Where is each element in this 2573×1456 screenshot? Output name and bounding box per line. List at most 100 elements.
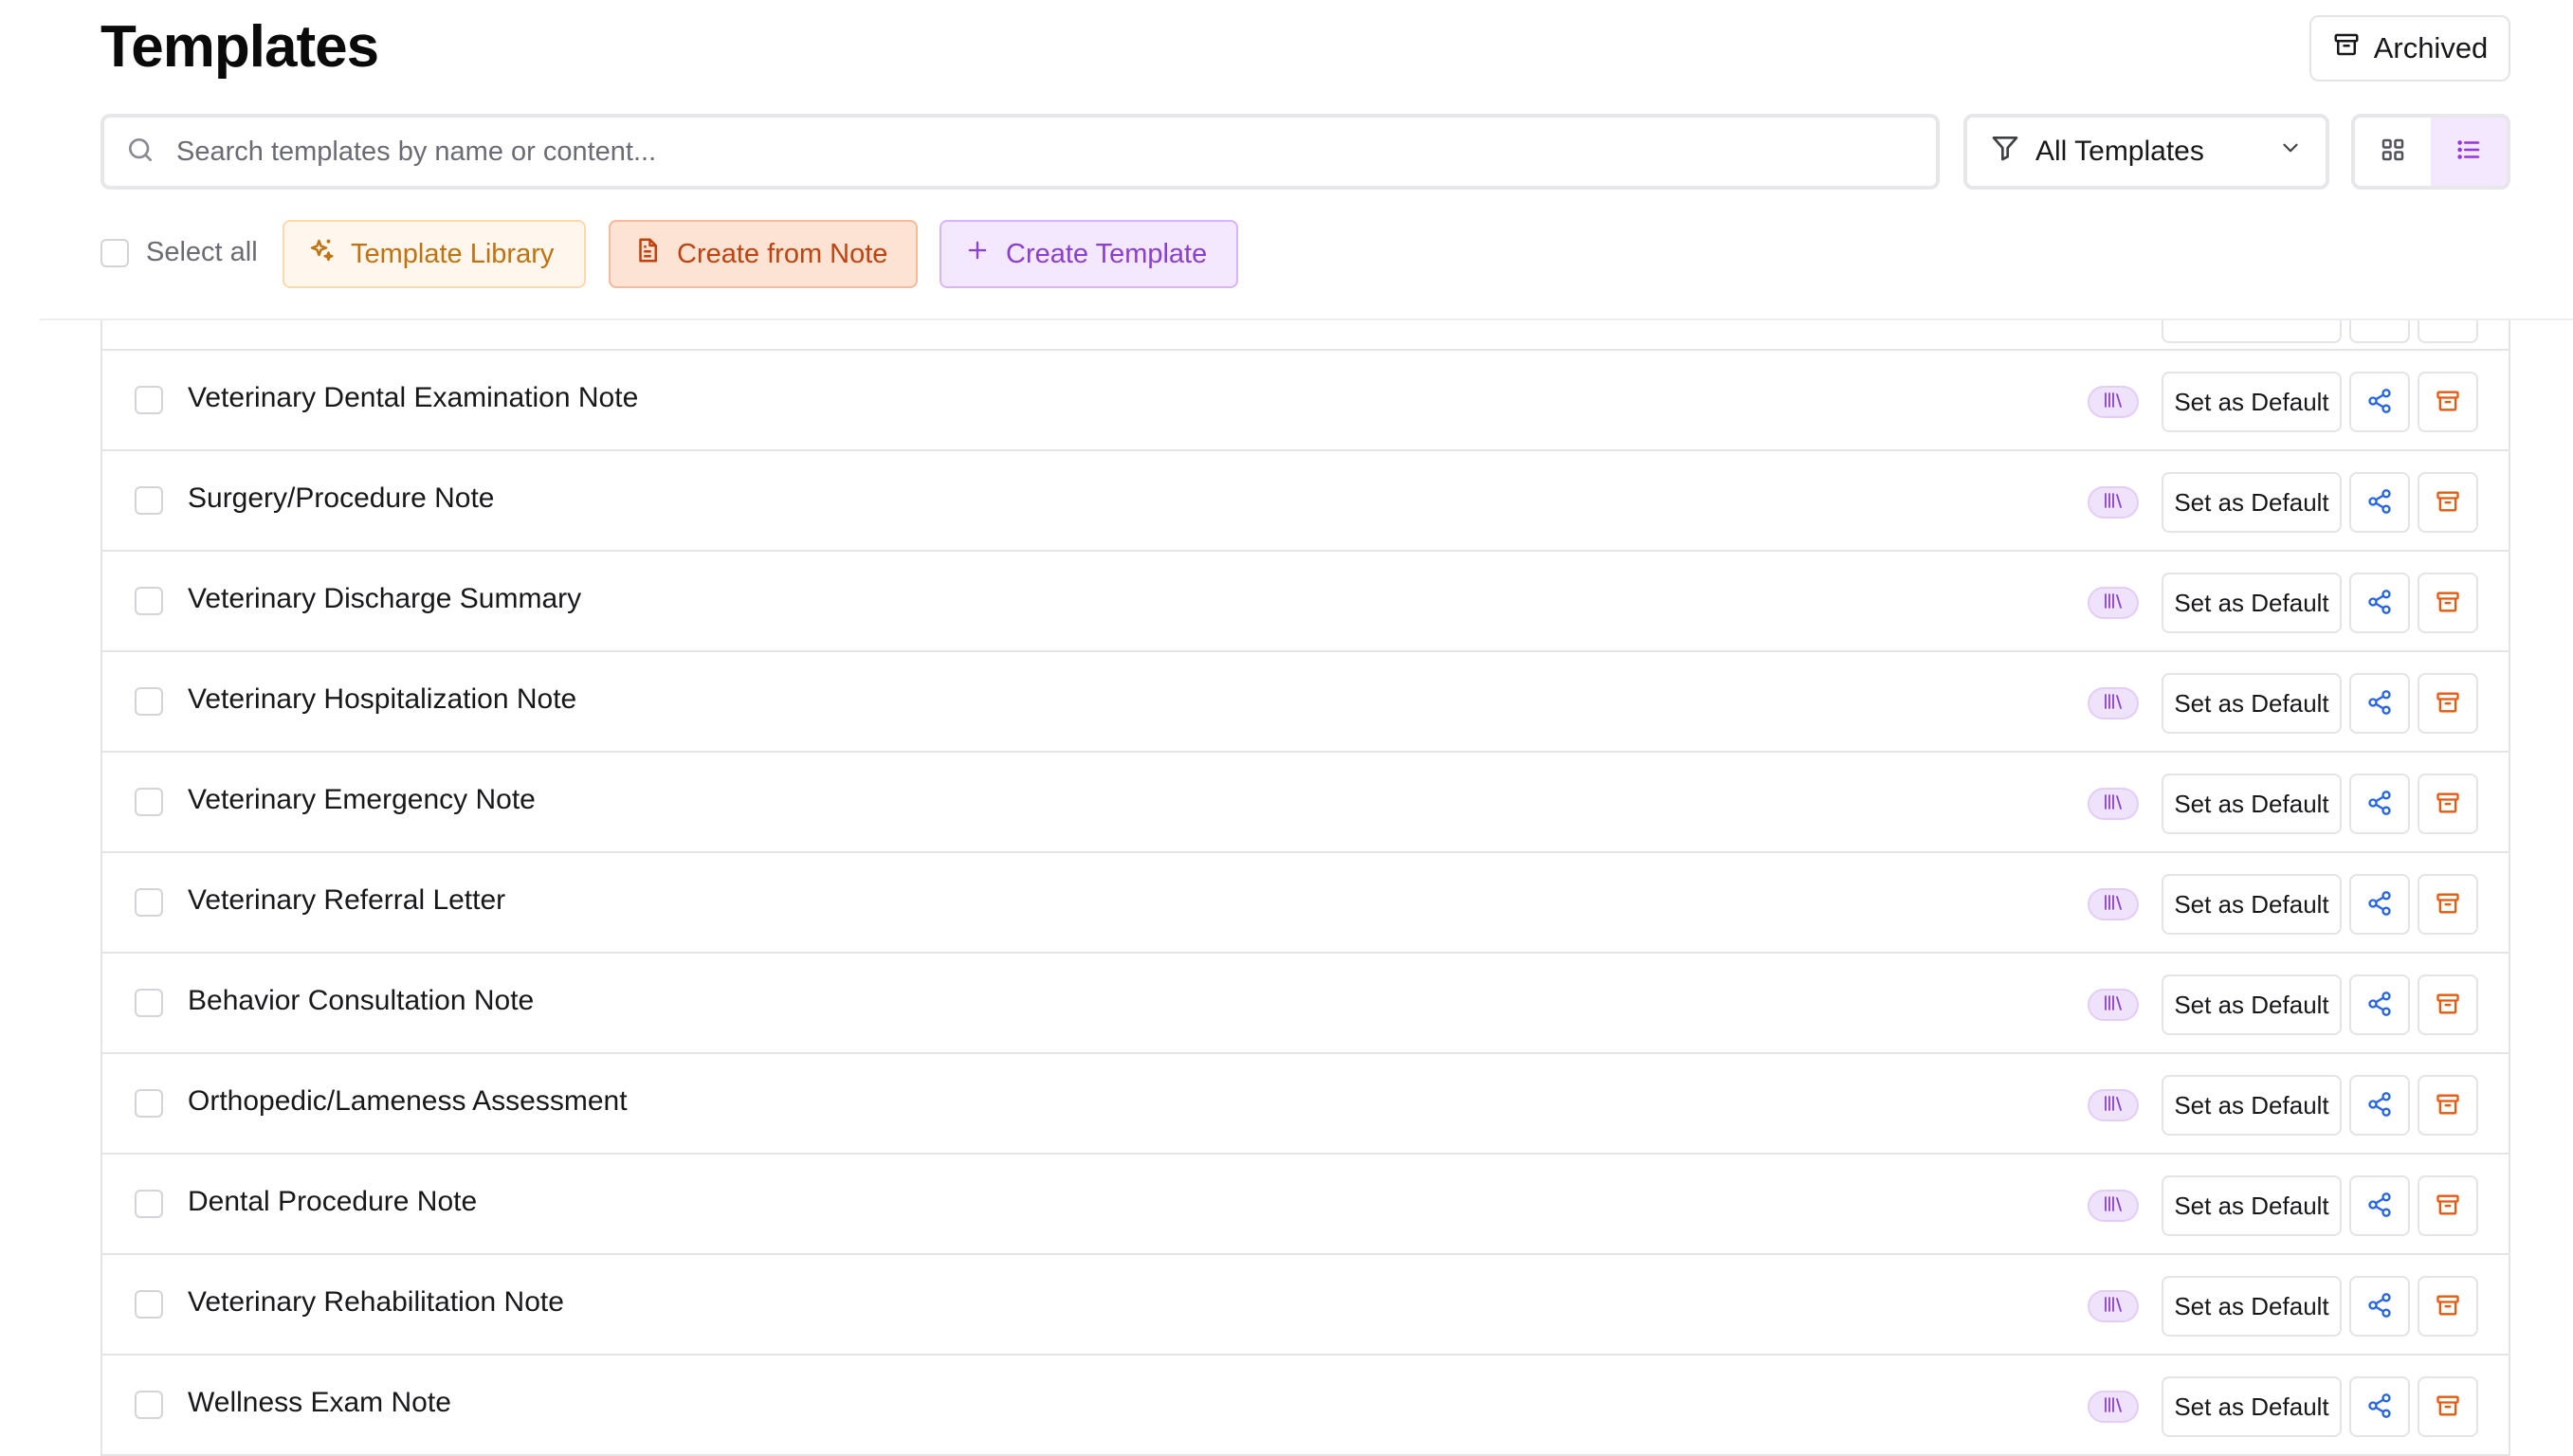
share-icon	[2366, 890, 2393, 919]
table-row: Veterinary Emergency Note Set as Default	[102, 753, 2509, 853]
library-icon	[2103, 1395, 2124, 1419]
library-badge	[2088, 486, 2139, 519]
library-icon	[2103, 692, 2124, 716]
library-icon	[2103, 1094, 2124, 1118]
share-button-partial[interactable]	[2349, 320, 2410, 343]
select-all-checkbox[interactable]	[100, 238, 129, 267]
share-button[interactable]	[2349, 1376, 2410, 1437]
archive-button[interactable]	[2418, 974, 2478, 1035]
archive-button[interactable]	[2418, 1376, 2478, 1437]
set-default-button[interactable]: Set as Default	[2162, 774, 2342, 834]
library-badge	[2088, 1089, 2139, 1121]
template-library-label: Template Library	[351, 238, 555, 269]
library-badge	[2088, 587, 2139, 619]
archive-button[interactable]	[2418, 874, 2478, 935]
share-button[interactable]	[2349, 372, 2410, 432]
archive-button[interactable]	[2418, 472, 2478, 533]
row-checkbox[interactable]	[135, 1391, 163, 1419]
archive-button[interactable]	[2418, 673, 2478, 734]
row-checkbox[interactable]	[135, 486, 163, 515]
grid-view-button[interactable]	[2355, 118, 2431, 186]
share-button[interactable]	[2349, 1175, 2410, 1236]
list-icon	[2454, 136, 2483, 169]
template-name[interactable]: Veterinary Rehabilitation Note	[188, 1286, 564, 1319]
archive-icon	[2435, 1192, 2461, 1221]
share-button[interactable]	[2349, 774, 2410, 834]
share-button[interactable]	[2349, 874, 2410, 935]
template-name[interactable]: Wellness Exam Note	[188, 1387, 451, 1419]
template-name[interactable]: Veterinary Dental Examination Note	[188, 382, 638, 414]
view-toggle	[2351, 114, 2510, 190]
set-default-button[interactable]: Set as Default	[2162, 1276, 2342, 1337]
archive-button[interactable]	[2418, 573, 2478, 633]
row-checkbox[interactable]	[135, 687, 163, 716]
set-default-button[interactable]: Set as Default	[2162, 372, 2342, 432]
row-checkbox[interactable]	[135, 1190, 163, 1218]
row-checkbox[interactable]	[135, 888, 163, 917]
template-name[interactable]: Orthopedic/Lameness Assessment	[188, 1085, 628, 1118]
share-button[interactable]	[2349, 673, 2410, 734]
set-default-button[interactable]: Set as Default	[2162, 874, 2342, 935]
archive-button[interactable]	[2418, 1175, 2478, 1236]
archive-button-partial[interactable]	[2418, 320, 2478, 343]
set-default-button-partial[interactable]	[2162, 320, 2342, 343]
set-default-button[interactable]: Set as Default	[2162, 1075, 2342, 1136]
set-default-button[interactable]: Set as Default	[2162, 472, 2342, 533]
row-checkbox[interactable]	[135, 1290, 163, 1319]
share-icon	[2366, 1091, 2393, 1120]
row-checkbox[interactable]	[135, 989, 163, 1017]
archive-icon	[2435, 991, 2461, 1020]
share-button[interactable]	[2349, 573, 2410, 633]
list-view-button[interactable]	[2431, 118, 2507, 186]
row-checkbox[interactable]	[135, 386, 163, 414]
share-icon	[2366, 1192, 2393, 1221]
share-button[interactable]	[2349, 1075, 2410, 1136]
share-icon	[2366, 790, 2393, 819]
template-name[interactable]: Behavior Consultation Note	[188, 985, 534, 1017]
archive-icon	[2435, 1292, 2461, 1321]
template-name[interactable]: Dental Procedure Note	[188, 1186, 477, 1218]
select-all[interactable]: Select all	[100, 237, 258, 268]
archive-icon	[2435, 488, 2461, 518]
set-default-button[interactable]: Set as Default	[2162, 1175, 2342, 1236]
template-name[interactable]: Veterinary Referral Letter	[188, 884, 505, 917]
template-name[interactable]: Veterinary Hospitalization Note	[188, 683, 576, 716]
library-icon	[2103, 993, 2124, 1017]
table-row: Veterinary Rehabilitation Note Set as De…	[102, 1255, 2509, 1356]
row-checkbox[interactable]	[135, 788, 163, 816]
templates-page: Templates Archived All Templates	[0, 0, 2573, 1456]
set-default-button[interactable]: Set as Default	[2162, 974, 2342, 1035]
search-input[interactable]	[176, 136, 1883, 168]
set-default-button[interactable]: Set as Default	[2162, 1376, 2342, 1437]
template-name[interactable]: Veterinary Emergency Note	[188, 784, 536, 816]
set-default-button[interactable]: Set as Default	[2162, 573, 2342, 633]
template-filter-dropdown[interactable]: All Templates	[1963, 114, 2329, 190]
template-name[interactable]: Surgery/Procedure Note	[188, 482, 495, 515]
archive-icon	[2332, 30, 2361, 66]
archive-button[interactable]	[2418, 774, 2478, 834]
table-row: Orthopedic/Lameness Assessment Set as De…	[102, 1054, 2509, 1155]
share-button[interactable]	[2349, 974, 2410, 1035]
table-row: Veterinary Discharge Summary Set as Defa…	[102, 552, 2509, 652]
template-name[interactable]: Veterinary Discharge Summary	[188, 583, 581, 615]
library-badge	[2088, 1391, 2139, 1423]
table-row: Veterinary Referral Letter Set as Defaul…	[102, 853, 2509, 954]
archived-button[interactable]: Archived	[2309, 15, 2510, 82]
create-template-button[interactable]: Create Template	[940, 220, 1238, 288]
library-icon	[2103, 592, 2124, 615]
archive-button[interactable]	[2418, 1276, 2478, 1337]
row-checkbox[interactable]	[135, 1089, 163, 1118]
document-icon	[633, 236, 662, 272]
set-default-button[interactable]: Set as Default	[2162, 673, 2342, 734]
archive-button[interactable]	[2418, 1075, 2478, 1136]
library-badge	[2088, 989, 2139, 1021]
archive-button[interactable]	[2418, 372, 2478, 432]
create-from-note-button[interactable]: Create from Note	[609, 220, 918, 288]
share-button[interactable]	[2349, 1276, 2410, 1337]
share-icon	[2366, 388, 2393, 417]
share-button[interactable]	[2349, 472, 2410, 533]
share-icon	[2366, 589, 2393, 618]
row-checkbox[interactable]	[135, 587, 163, 615]
template-library-button[interactable]: Template Library	[283, 220, 586, 288]
sparkles-icon	[307, 236, 336, 272]
